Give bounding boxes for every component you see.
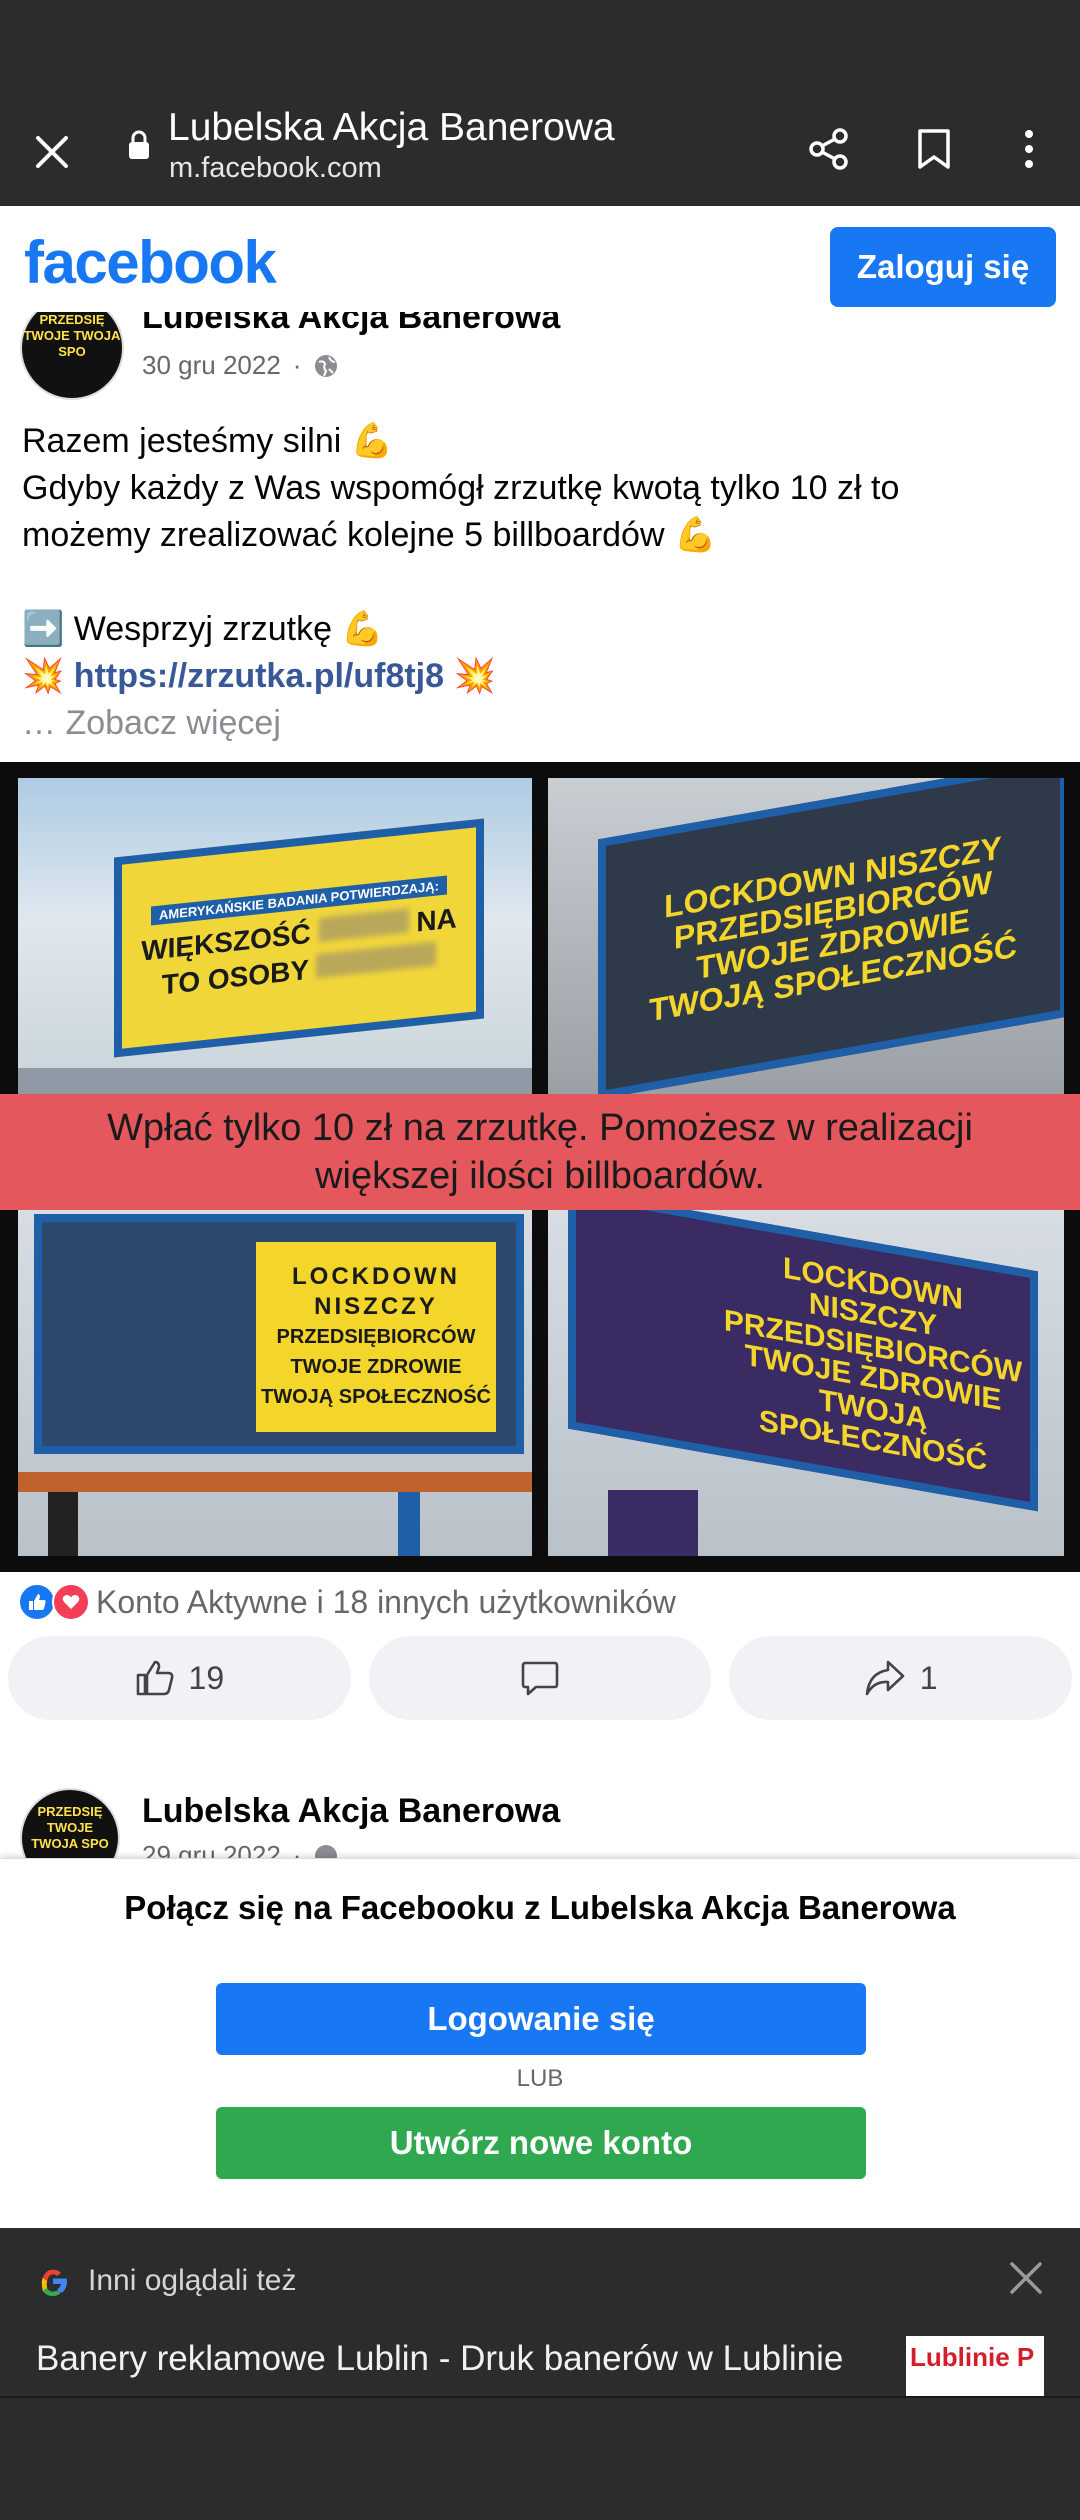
- google-icon: [41, 2269, 67, 2296]
- post-actions: 19 1: [8, 1636, 1073, 1720]
- post-line: ➡️ Wesprzyj zrzutkę 💪: [22, 610, 384, 648]
- close-icon[interactable]: [1006, 2258, 1050, 2302]
- image-tile-1: AMERYKAŃSKIE BADANIA POTWIERDZAJĄ: WIĘKS…: [18, 778, 532, 1094]
- billboard-3: LOCKDOWN NISZCZY PRZEDSIĘBIORCÓW TWOJE Z…: [34, 1214, 524, 1454]
- like-reaction-icon: [18, 1583, 56, 1621]
- zrzutka-link[interactable]: https://zrzutka.pl/uf8tj8: [74, 657, 444, 695]
- post-author[interactable]: Lubelska Akcja Banerowa: [142, 312, 560, 337]
- post-link-line: 💥 https://zrzutka.pl/uf8tj8 💥: [22, 653, 1062, 700]
- post-date[interactable]: 30 gru 2022: [142, 350, 281, 381]
- avatar[interactable]: PRZEDSIĘ TWOJE TWOJA SPO: [20, 1788, 120, 1860]
- comment-button[interactable]: [368, 1636, 712, 1720]
- post-header: PRZEDSIĘ TWOJE TWOJA SPO Lubelska Akcja …: [0, 312, 1080, 402]
- see-more-link[interactable]: … Zobacz więcej: [22, 700, 1062, 747]
- login-prompt: Połącz się na Facebooku z Lubelska Akcja…: [0, 1858, 1080, 2228]
- discover-item-thumbnail[interactable]: Lublinie P: [906, 2336, 1044, 2396]
- post-text: Razem jesteśmy silni 💪 Gdyby każdy z Was…: [22, 418, 1062, 747]
- love-reaction-icon: [52, 1583, 90, 1621]
- image-banner: Wpłać tylko 10 zł na zrzutkę. Pomożesz w…: [0, 1094, 1080, 1210]
- thumbs-up-icon: [136, 1660, 173, 1696]
- image-tile-3: LOCKDOWN NISZCZY PRZEDSIĘBIORCÓW TWOJE Z…: [18, 1210, 532, 1556]
- post-line-blank: [22, 559, 1062, 606]
- system-nav-bar: [0, 2396, 1080, 2520]
- or-divider: LUB: [516, 2065, 564, 2092]
- create-account-button[interactable]: Utwórz nowe konto: [216, 2107, 866, 2179]
- post-2-date[interactable]: 29 gru 2022: [142, 1840, 281, 1860]
- post-2-meta: 29 gru 2022 ·: [142, 1840, 339, 1860]
- related-content-card: Inni oglądali też Banery reklamowe Lubli…: [0, 2228, 1080, 2396]
- globe-icon: [315, 354, 338, 377]
- login-prompt-title: Połącz się na Facebooku z Lubelska Akcja…: [124, 1889, 956, 1926]
- log-in-button[interactable]: Logowanie się: [216, 1983, 866, 2055]
- bookmark-icon[interactable]: [899, 114, 969, 184]
- meta-separator: ·: [292, 350, 302, 380]
- share-count: 1: [919, 1659, 938, 1696]
- close-icon[interactable]: [30, 122, 74, 182]
- share-button[interactable]: 1: [729, 1636, 1073, 1720]
- reactions-summary[interactable]: Konto Aktywne i 18 innych użytkowników: [18, 1582, 676, 1622]
- billboard-1: AMERYKAŃSKIE BADANIA POTWIERDZAJĄ: WIĘKS…: [114, 818, 484, 1058]
- billboard-4: LOCKDOWN NISZCZY PRZEDSIĘBIORCÓW TWOJE Z…: [568, 1210, 1038, 1512]
- status-bar: [0, 0, 1080, 96]
- billboard-2: LOCKDOWN NISZCZY PRZEDSIĘBIORCÓW TWOJE Z…: [598, 778, 1064, 1094]
- share-icon[interactable]: [794, 114, 864, 184]
- facebook-logo[interactable]: facebook: [24, 228, 277, 297]
- post-image[interactable]: AMERYKAŃSKIE BADANIA POTWIERDZAJĄ: WIĘKS…: [0, 762, 1080, 1572]
- page-url[interactable]: m.facebook.com: [169, 152, 382, 185]
- lock-icon: [128, 130, 150, 166]
- reactions-text: Konto Aktywne i 18 innych użytkowników: [96, 1583, 676, 1620]
- comment-icon: [521, 1661, 559, 1696]
- image-tile-2: LOCKDOWN NISZCZY PRZEDSIĘBIORCÓW TWOJE Z…: [548, 778, 1064, 1094]
- facebook-header: facebook Zaloguj się: [0, 206, 1080, 324]
- post-2-header: PRZEDSIĘ TWOJE TWOJA SPO Lubelska Akcja …: [0, 1780, 1080, 1860]
- post-2-author[interactable]: Lubelska Akcja Banerowa: [142, 1792, 560, 1831]
- post-line: Razem jesteśmy silni 💪: [22, 422, 394, 460]
- like-button[interactable]: 19: [8, 1636, 351, 1720]
- more-options-icon[interactable]: [994, 114, 1064, 184]
- discover-item-title[interactable]: Banery reklamowe Lublin - Druk banerów w…: [36, 2338, 896, 2380]
- discover-heading: Inni oglądali też: [88, 2264, 297, 2297]
- explosion-emoji: 💥: [453, 657, 496, 695]
- post-line: Gdyby każdy z Was wspomógł zrzutkę kwotą…: [22, 469, 900, 507]
- page-title: Lubelska Akcja Banerowa: [168, 106, 615, 149]
- share-arrow-icon: [865, 1660, 905, 1696]
- login-button[interactable]: Zaloguj się: [830, 227, 1056, 307]
- browser-toolbar: Lubelska Akcja Banerowa m.facebook.com: [0, 96, 1080, 206]
- image-tile-4: LOCKDOWN NISZCZY PRZEDSIĘBIORCÓW TWOJE Z…: [548, 1210, 1064, 1556]
- meta-separator: ·: [292, 1840, 302, 1860]
- like-count: 19: [188, 1659, 225, 1696]
- avatar[interactable]: PRZEDSIĘ TWOJE TWOJA SPO: [20, 312, 124, 400]
- post-line: możemy zrealizować kolejne 5 billboardów…: [22, 516, 717, 554]
- explosion-emoji: 💥: [22, 657, 65, 695]
- post-meta: 30 gru 2022 ·: [142, 350, 339, 381]
